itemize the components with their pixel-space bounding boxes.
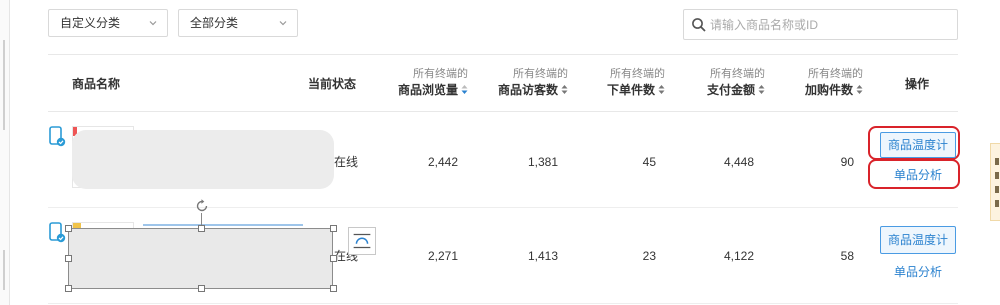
product-thermometer-button[interactable]: 商品温度计 xyxy=(880,226,956,254)
header-views[interactable]: 所有终端的 商品浏览量 xyxy=(388,67,468,99)
side-tab-glyph xyxy=(995,158,999,165)
product-title-link[interactable] xyxy=(143,224,303,226)
resize-handle[interactable] xyxy=(330,285,337,292)
views-value: 2,271 xyxy=(427,249,458,263)
single-product-analysis-link[interactable]: 单品分析 xyxy=(880,166,956,183)
floating-side-tab[interactable] xyxy=(990,143,1000,221)
mobile-check-icon xyxy=(49,126,66,147)
header-orders-label: 下单件数 xyxy=(606,83,655,97)
cart-value: 90 xyxy=(840,155,854,169)
sort-icon[interactable] xyxy=(658,84,665,95)
payment-value: 4,448 xyxy=(723,155,754,169)
resize-handle[interactable] xyxy=(65,255,72,262)
header-visitors[interactable]: 所有终端的 商品访客数 xyxy=(488,67,568,99)
mobile-check-icon xyxy=(49,222,66,243)
cart-value: 58 xyxy=(840,249,854,263)
orders-value: 23 xyxy=(642,249,656,263)
resize-handle[interactable] xyxy=(198,225,205,232)
table-header: 商品名称 当前状态 所有终端的 商品浏览量 所有终端的 商品访客数 所有终端的 … xyxy=(48,54,958,112)
header-views-label: 商品浏览量 xyxy=(397,83,458,97)
custom-category-label: 自定义分类 xyxy=(60,16,121,30)
status-text: 在线 xyxy=(334,155,359,169)
left-window-edge xyxy=(0,0,10,305)
layout-wrap-icon xyxy=(353,233,371,249)
visitors-value: 1,413 xyxy=(527,249,558,263)
header-status: 当前状态 xyxy=(308,77,357,91)
layout-options-icon[interactable] xyxy=(348,227,376,255)
payment-value: 4,122 xyxy=(723,249,754,263)
edge-mark xyxy=(3,250,5,290)
selection-box[interactable] xyxy=(68,228,333,289)
redacted-product-info xyxy=(72,130,334,189)
header-visitors-terminal: 所有终端的 xyxy=(513,68,568,80)
side-tab-glyph xyxy=(995,172,999,179)
resize-handle[interactable] xyxy=(65,285,72,292)
header-payment-terminal: 所有终端的 xyxy=(710,68,765,80)
product-thermometer-button[interactable]: 商品温度计 xyxy=(880,132,956,158)
resize-handle[interactable] xyxy=(198,285,205,292)
header-orders[interactable]: 所有终端的 下单件数 xyxy=(585,67,665,99)
filter-toolbar: 自定义分类 全部分类 xyxy=(48,9,958,41)
side-tab-glyph xyxy=(995,200,999,207)
table-row: 在线 2,442 1,381 45 4,448 90 商品温度计 单品分析 xyxy=(48,112,960,208)
single-product-analysis-link[interactable]: 单品分析 xyxy=(880,263,956,280)
product-search xyxy=(683,9,958,40)
search-input[interactable] xyxy=(710,15,950,35)
visitors-value: 1,381 xyxy=(527,155,558,169)
resize-handle[interactable] xyxy=(65,225,72,232)
header-cart-label: 加购件数 xyxy=(804,83,853,97)
sort-icon[interactable] xyxy=(758,84,765,95)
sort-desc-icon[interactable] xyxy=(461,84,468,95)
custom-category-select[interactable]: 自定义分类 xyxy=(48,9,168,37)
edge-mark xyxy=(3,40,5,130)
header-payment-label: 支付金额 xyxy=(706,83,755,97)
side-tab-glyph xyxy=(995,186,999,193)
rotate-handle-icon[interactable] xyxy=(195,199,209,213)
header-views-terminal: 所有终端的 xyxy=(413,68,468,80)
header-visitors-label: 商品访客数 xyxy=(497,83,558,97)
sort-icon[interactable] xyxy=(856,84,863,95)
chevron-down-icon xyxy=(149,21,157,26)
chevron-down-icon xyxy=(279,21,287,26)
header-payment[interactable]: 所有终端的 支付金额 xyxy=(685,67,765,99)
orders-value: 45 xyxy=(642,155,656,169)
header-orders-terminal: 所有终端的 xyxy=(610,68,665,80)
sort-icon[interactable] xyxy=(561,84,568,95)
header-cart-terminal: 所有终端的 xyxy=(808,68,863,80)
all-category-label: 全部分类 xyxy=(190,16,239,30)
search-icon[interactable] xyxy=(691,17,707,33)
all-category-select[interactable]: 全部分类 xyxy=(178,9,298,37)
header-product-name: 商品名称 xyxy=(72,77,121,91)
header-action: 操作 xyxy=(905,77,930,91)
header-cart[interactable]: 所有终端的 加购件数 xyxy=(783,67,863,99)
resize-handle[interactable] xyxy=(330,225,337,232)
resize-handle[interactable] xyxy=(330,255,337,262)
views-value: 2,442 xyxy=(427,155,458,169)
